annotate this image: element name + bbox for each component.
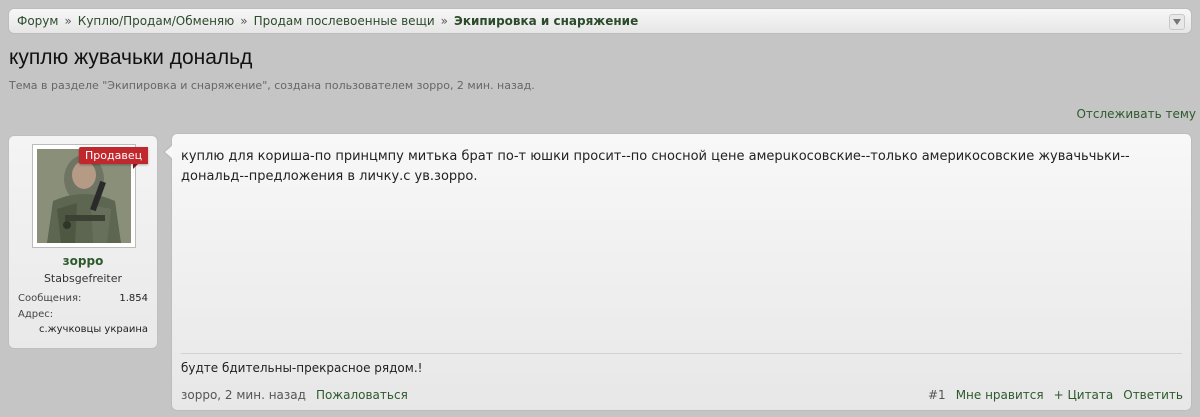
breadcrumb-menu-icon[interactable] — [1169, 14, 1185, 30]
post-number-link[interactable]: #1 — [928, 388, 946, 402]
messages-count[interactable]: 1.854 — [119, 293, 148, 304]
messages-label: Сообщения: — [18, 293, 82, 304]
post-author-time[interactable]: зорро, 2 мин. назад — [181, 388, 306, 402]
signature-divider — [181, 353, 1182, 354]
status-badge: Продавец — [79, 147, 149, 164]
address-label: Адрес: — [18, 309, 54, 320]
username-link[interactable]: зорро — [9, 254, 157, 268]
post-message: куплю для кориша-по принцмпу митька брат… — [171, 133, 1192, 411]
post-pointer-fill — [165, 145, 173, 159]
breadcrumb-item-equipment[interactable]: Экипировка и снаряжение — [454, 14, 638, 28]
user-rank: Stabsgefreiter — [43, 272, 123, 285]
badge-tail — [133, 164, 138, 169]
watch-thread-link[interactable]: Отслеживать тему — [1076, 107, 1196, 121]
breadcrumb: Форум » Куплю/Продам/Обменяю » Продам по… — [8, 8, 1192, 34]
report-link[interactable]: Пожаловаться — [316, 388, 408, 402]
breadcrumb-separator: » — [240, 14, 248, 28]
quote-button[interactable]: + Цитата — [1054, 388, 1114, 402]
like-button[interactable]: Мне нравится — [956, 388, 1044, 402]
breadcrumb-separator: » — [64, 14, 72, 28]
breadcrumb-item-buy-sell[interactable]: Куплю/Продам/Обменяю — [78, 14, 234, 28]
address-value: с.жучковцы украина — [38, 324, 148, 335]
reply-button[interactable]: Ответить — [1123, 388, 1183, 402]
post-footer: зорро, 2 мин. назад Пожаловаться #1 Мне … — [181, 386, 1183, 404]
page-title: куплю жувачьки дональд — [9, 46, 253, 69]
user-info-panel: Продавец зорро Stabsgefreiter Сообщения:… — [8, 135, 158, 349]
chevron-down-icon — [1173, 19, 1181, 25]
signature-text: будте бдительны-прекрасное рядом.! — [181, 361, 423, 375]
breadcrumb-item-postwar[interactable]: Продам послевоенные вещи — [254, 14, 435, 28]
breadcrumb-item-forum[interactable]: Форум — [17, 14, 58, 28]
thread-description: Тема в разделе "Экипировка и снаряжение"… — [9, 79, 535, 92]
message-text: куплю для кориша-по принцмпу митька брат… — [181, 149, 1130, 184]
breadcrumb-separator: » — [440, 14, 449, 28]
